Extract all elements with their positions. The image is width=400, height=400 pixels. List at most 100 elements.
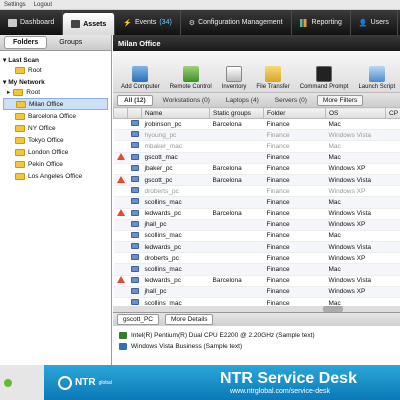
cell-group [209, 152, 264, 164]
tab-groups[interactable]: Groups [51, 37, 90, 48]
add-computer-button[interactable]: Add Computer [117, 66, 164, 90]
tab-dashboard[interactable]: Dashboard [0, 10, 64, 35]
col-os[interactable]: OS [325, 107, 386, 119]
left-panel: Folders Groups ▾ Last Scan Root ▾ My Net… [0, 35, 112, 365]
tab-assets[interactable]: Assets [63, 13, 116, 35]
home-icon [8, 18, 17, 27]
cell-name: gscott_mac [141, 152, 210, 164]
table-row[interactable]: ledwards_pc FinanceWindows Vista [113, 241, 400, 254]
cell-name: jhall_pc [141, 219, 210, 231]
tab-reporting[interactable]: Reporting [292, 10, 351, 35]
tree-item-milan-office[interactable]: Milan Office [3, 98, 108, 110]
table-row[interactable]: jrobinson_pc Barcelona Finance Mac [113, 118, 400, 131]
table-row[interactable]: jhall_pc Finance Windows XP [113, 219, 400, 231]
folder-icon [15, 160, 25, 168]
tab-folders[interactable]: Folders [4, 36, 48, 49]
filter-all[interactable]: All (12) [117, 94, 153, 106]
tree-item-barcelona-office[interactable]: Barcelona Office [3, 110, 108, 122]
my-network-node[interactable]: ▾ My Network [3, 78, 108, 87]
table-row[interactable]: scollins_mac Finance Mac [113, 196, 400, 209]
tree-item-london-office[interactable]: London Office [3, 146, 108, 158]
cell-folder: Finance [263, 118, 326, 131]
detail-panel: Intel(R) Pentium(R) Dual CPU E2200 @ 2.2… [113, 326, 400, 366]
cell-cpu [385, 219, 400, 231]
folder-icon [13, 88, 24, 96]
col-name[interactable]: Name [141, 107, 210, 119]
computer-icon [130, 265, 139, 272]
tab-gscott-pc[interactable]: gscott_PC [117, 314, 159, 325]
table-row[interactable]: gscott_pc Barcelona Finance Windows Vista [113, 174, 400, 187]
cell-alert [113, 275, 128, 287]
tab-users[interactable]: 👤 Users [351, 10, 398, 35]
col-cpu[interactable]: CP [385, 107, 400, 119]
tree-item-pekin-office[interactable]: Pekin Office [3, 158, 108, 170]
settings-link[interactable]: Settings [4, 2, 26, 8]
col-folder[interactable]: Folder [263, 107, 326, 119]
cell-alert [113, 252, 128, 265]
action-toolbar: Add Computer Remote Control Inventory Fi… [113, 51, 400, 93]
cell-alert [113, 118, 128, 131]
tree-item-los-angeles-office[interactable]: Los Angeles Office [3, 170, 108, 182]
logo-circle-icon [58, 375, 72, 390]
collapse-icon[interactable]: ▾ [3, 56, 6, 64]
cell-name: droberts_pc [141, 185, 210, 198]
cell-group: Barcelona [209, 208, 264, 220]
col-type[interactable] [127, 107, 142, 119]
tree-item-ny-office[interactable]: NY Office [3, 122, 108, 134]
tab-configuration-management[interactable]: ⚙ Configuration Management [181, 10, 292, 35]
computer-icon [130, 164, 139, 171]
cell-cpu [385, 129, 400, 142]
more-details-button[interactable]: More Details [165, 314, 214, 325]
remote-control-button[interactable]: Remote Control [166, 66, 216, 90]
tree-item-tokyo-office[interactable]: Tokyo Office [3, 134, 108, 146]
table-row[interactable]: gscott_mac Finance Mac [113, 152, 400, 164]
col-static-groups[interactable]: Static groups [209, 107, 264, 119]
filter-servers[interactable]: Servers (0) [269, 96, 313, 105]
cell-name: ledwards_pc [141, 275, 210, 287]
table-row[interactable]: scollins_mac Finance Mac [113, 230, 400, 243]
table-row[interactable]: jhall_pc Finance Windows XP [113, 286, 400, 299]
launch-script-button[interactable]: Launch Script [354, 66, 399, 90]
table-header: Name Static groups Folder OS CP [113, 107, 400, 119]
filter-laptops[interactable]: Laptops (4) [220, 96, 265, 105]
detail-text: Intel(R) Pentium(R) Dual CPU E2200 @ 2.2… [131, 332, 315, 339]
filter-workstations[interactable]: Workstations (0) [157, 96, 216, 105]
table-row[interactable]: droberts_pc Finance Windows XP [113, 185, 400, 198]
panel-title: Milan Office [113, 35, 400, 51]
computer-icon [130, 254, 139, 261]
cell-folder: Finance [263, 286, 326, 299]
table-row[interactable]: hyoung_pc Finance Windows Vista [113, 129, 400, 142]
last-scan-node[interactable]: ▾ Last Scan [3, 56, 108, 65]
table-row[interactable]: ledwards_pc Barcelona Finance Windows Vista [113, 275, 400, 287]
collapse-icon[interactable]: ▾ [3, 78, 6, 86]
tab-label: Configuration Management [198, 19, 283, 26]
computer-icon [130, 176, 139, 183]
tree-item-root-scan[interactable]: Root [3, 64, 108, 76]
table-row[interactable]: droberts_pc Finance Windows XP [113, 252, 400, 265]
command-prompt-button[interactable]: Command Prompt [296, 66, 353, 90]
table-row[interactable]: scollins_mac Finance Mac [113, 263, 400, 276]
cell-cpu [385, 275, 400, 287]
computer-icon [130, 220, 139, 227]
folder-icon [15, 124, 25, 132]
table-row[interactable]: jbaker_pc Barcelona Finance Windows XP [113, 163, 400, 175]
more-filters-button[interactable]: More Filters [316, 94, 364, 106]
computer-icon [130, 187, 139, 194]
tab-events[interactable]: ⚡ Events (34) [115, 10, 181, 35]
cell-folder: Finance [263, 219, 326, 231]
file-transfer-button[interactable]: File Transfer [252, 66, 293, 90]
cell-type [127, 185, 142, 198]
cell-os: Windows XP [325, 252, 386, 265]
expand-icon[interactable]: ▸ [7, 88, 10, 96]
tree-item-root[interactable]: ▸ Root [3, 86, 108, 98]
tab-label: Users [370, 19, 389, 26]
inventory-button[interactable]: Inventory [218, 66, 251, 90]
table-row[interactable]: mbaker_mac Finance Mac [113, 140, 400, 153]
file-transfer-icon [265, 66, 282, 82]
cell-cpu [385, 185, 400, 198]
logout-link[interactable]: Logout [34, 2, 52, 8]
tree-item-label: Los Angeles Office [28, 172, 83, 180]
table-row[interactable]: ledwards_pc Barcelona Finance Windows Vista [113, 208, 400, 220]
col-alert[interactable] [113, 107, 128, 119]
folder-icon [16, 100, 26, 108]
